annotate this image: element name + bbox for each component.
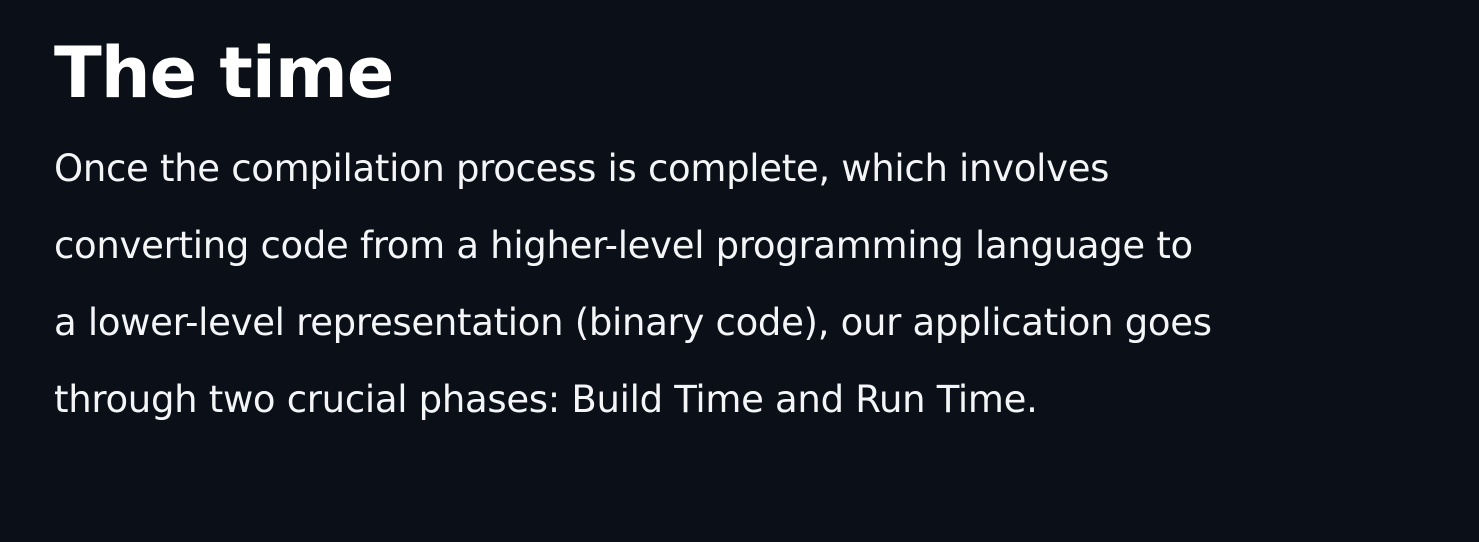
body-paragraph: Once the compilation process is complete…: [54, 130, 1439, 438]
paragraph-line: through two crucial phases: Build Time a…: [54, 378, 1038, 421]
paragraph-line: Once the compilation process is complete…: [54, 147, 1110, 190]
page-title: The time: [54, 32, 394, 114]
paragraph-line: a lower-level representation (binary cod…: [54, 301, 1212, 344]
paragraph-line: converting code from a higher-level prog…: [54, 224, 1193, 267]
slide: The time Once the compilation process is…: [0, 0, 1479, 542]
